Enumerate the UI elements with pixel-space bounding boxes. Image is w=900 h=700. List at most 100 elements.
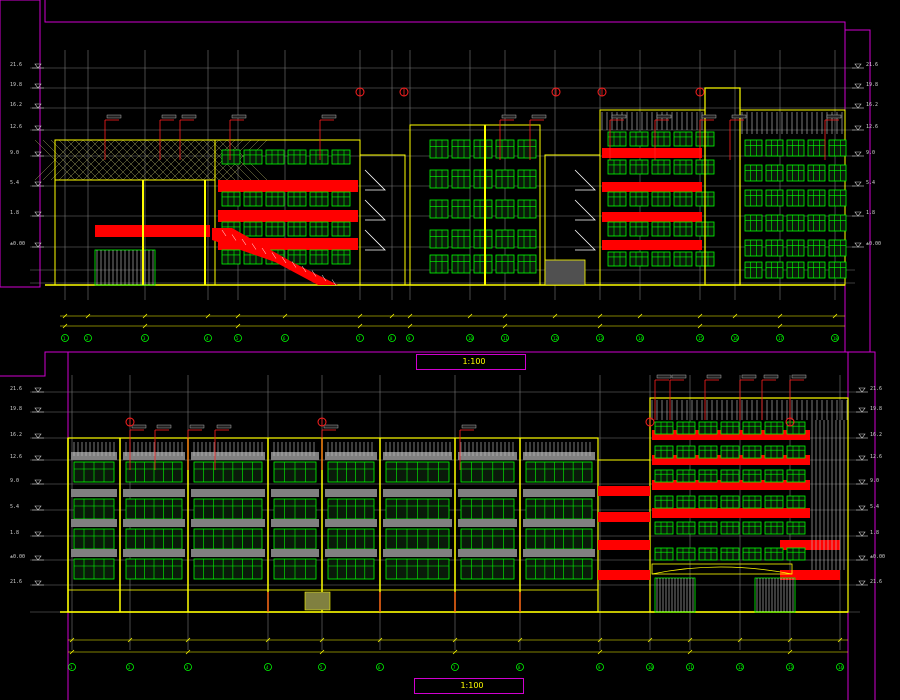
axis-number: 11 <box>688 665 693 670</box>
callout-tag <box>106 114 122 119</box>
window <box>495 199 515 219</box>
spandrel-panel <box>191 489 265 497</box>
spandrel-panel <box>325 452 377 460</box>
window <box>607 159 627 175</box>
window <box>764 495 784 509</box>
window <box>720 495 740 509</box>
atrium-wing <box>597 397 849 613</box>
window <box>807 164 826 182</box>
spandrel-panel <box>123 549 185 557</box>
window <box>451 229 471 249</box>
balcony-band <box>602 240 702 250</box>
window <box>460 528 515 550</box>
building-block-c <box>409 124 541 286</box>
window <box>744 239 763 257</box>
window <box>525 498 593 520</box>
window <box>786 189 805 207</box>
level-marker <box>854 242 862 248</box>
level-label: 9.0 <box>10 478 19 484</box>
window <box>517 139 537 159</box>
spandrel-panel <box>458 452 517 460</box>
window <box>786 239 805 257</box>
balcony-band <box>602 212 702 222</box>
axis-number: 15 <box>698 336 703 341</box>
axis-number: 8 <box>518 665 521 670</box>
axis-number: 14 <box>638 336 643 341</box>
axis-number: 6 <box>283 336 286 341</box>
window <box>460 498 515 520</box>
axis-number: 11 <box>503 336 508 341</box>
axis-number: 1 <box>63 336 66 341</box>
callout-tag <box>181 114 197 119</box>
window <box>654 547 674 561</box>
canopy <box>651 563 793 575</box>
axis-number: 4 <box>266 665 269 670</box>
window <box>765 239 784 257</box>
window <box>193 498 263 520</box>
window <box>742 495 762 509</box>
window <box>765 261 784 279</box>
level-marker <box>858 455 866 461</box>
callout-tag <box>656 114 672 119</box>
spandrel-panel <box>71 489 117 497</box>
ground-floor-band <box>67 589 599 613</box>
level-label: 21.6 <box>866 62 878 68</box>
window <box>287 221 307 237</box>
balcony-band <box>218 180 358 192</box>
callout-tag <box>189 424 205 429</box>
window <box>765 139 784 157</box>
window <box>331 149 351 165</box>
canopy-arch <box>651 566 793 575</box>
callout-tag <box>531 114 547 119</box>
window <box>654 495 674 509</box>
callout-tag <box>826 114 842 119</box>
window <box>309 149 329 165</box>
window <box>331 249 351 265</box>
window <box>676 445 696 459</box>
window <box>607 251 627 267</box>
level-marker <box>854 103 862 109</box>
level-label: 21.6 <box>10 386 22 392</box>
window <box>473 139 493 159</box>
window <box>495 169 515 189</box>
spandrel-panel <box>325 519 377 527</box>
window <box>287 191 307 207</box>
classroom-wing <box>67 437 599 613</box>
window <box>265 191 285 207</box>
window <box>429 169 449 189</box>
level-marker <box>858 555 866 561</box>
window <box>460 558 515 580</box>
level-marker <box>854 211 862 217</box>
level-label: 21.6 <box>10 62 22 68</box>
window <box>451 254 471 274</box>
balcony-band <box>602 148 702 158</box>
balcony-band <box>95 225 210 237</box>
level-label: 9.0 <box>866 150 875 156</box>
window <box>676 547 696 561</box>
window <box>460 461 515 483</box>
entrance-door <box>304 591 331 611</box>
window <box>309 221 329 237</box>
window <box>828 164 847 182</box>
stair-glazing <box>574 199 596 221</box>
level-label: 5.4 <box>866 180 875 186</box>
level-marker <box>34 407 42 413</box>
level-marker <box>34 433 42 439</box>
level-label: 1.8 <box>870 530 879 536</box>
window <box>764 521 784 535</box>
spandrel-panel <box>71 519 117 527</box>
view-scale-bottom: 1:100 <box>460 681 484 690</box>
callout-tag <box>671 374 687 379</box>
building-block-e <box>704 87 847 286</box>
window <box>807 214 826 232</box>
axis-number: 13 <box>598 336 603 341</box>
window <box>673 159 693 175</box>
elevation-bottom: 21.619.816.212.69.05.41.8±0.0021.621.619… <box>10 374 885 671</box>
level-label: 16.2 <box>866 102 878 108</box>
level-label: ±0.00 <box>870 554 885 560</box>
window <box>651 159 671 175</box>
window <box>327 498 375 520</box>
axis-number: 18 <box>833 336 838 341</box>
axis-number: 16 <box>733 336 738 341</box>
window <box>495 139 515 159</box>
